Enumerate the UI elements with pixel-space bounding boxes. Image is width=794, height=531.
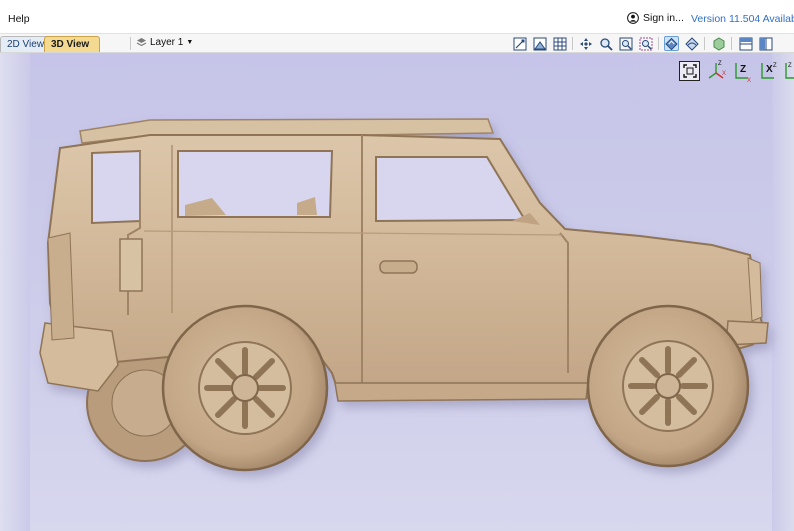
render-mode-button[interactable] [664, 36, 679, 51]
z-axis-icon: Z X [735, 63, 751, 84]
frame-icon [682, 64, 697, 78]
svg-text:Z: Z [788, 63, 792, 69]
svg-text:X: X [722, 71, 726, 77]
shade-vectors-icon [533, 37, 546, 50]
svg-text:Z: Z [740, 64, 746, 75]
vehicle-relief-model [39, 118, 769, 472]
toolbar-divider [658, 37, 659, 50]
zoom-fit-button[interactable] [618, 36, 633, 51]
toolbar-divider [572, 37, 573, 50]
tab-3d-view[interactable]: 3D View [44, 36, 100, 52]
menu-bar: Help Sign in... Version 11.504 Available… [0, 0, 794, 34]
draw-vectors-icon [513, 37, 526, 50]
toolbar-divider [731, 37, 732, 50]
sign-in-button[interactable]: Sign in... [627, 12, 684, 24]
svg-text:Z: Z [773, 63, 777, 69]
component-button[interactable] [711, 36, 726, 51]
menu-help[interactable]: Help [8, 13, 30, 25]
render-mode-icon [665, 37, 678, 50]
svg-text:Z: Z [718, 61, 722, 67]
pan-button[interactable] [578, 36, 593, 51]
split-horizontal-icon [739, 37, 752, 50]
view-toolbar: 2D View 3D View Layer 1 ▼ [0, 34, 794, 53]
svg-text:X: X [747, 78, 751, 83]
split-vertical-icon [759, 37, 772, 50]
split-horizontal-button[interactable] [738, 36, 753, 51]
iso-axes-icon: Z X [708, 61, 726, 79]
layers-icon [136, 38, 147, 47]
user-icon [627, 12, 639, 24]
grid-button[interactable] [552, 36, 567, 51]
front-view-button[interactable]: X Z [757, 59, 779, 83]
zoom-selection-button[interactable] [638, 36, 653, 51]
zoom-button[interactable] [598, 36, 613, 51]
toolbar-divider [704, 37, 705, 50]
iso-view-button[interactable]: Z X [705, 59, 727, 83]
side-axis-icon: Z [785, 63, 794, 79]
top-view-button[interactable]: Z X [731, 59, 753, 84]
material-button[interactable] [684, 36, 699, 51]
layer-dropdown[interactable]: Layer 1 ▼ [136, 37, 193, 48]
svg-text:X: X [766, 64, 773, 75]
zoom-selection-icon [639, 37, 652, 50]
move-icon [579, 37, 592, 50]
material-icon [684, 36, 699, 51]
split-vertical-button[interactable] [758, 36, 773, 51]
sign-in-label: Sign in... [643, 12, 684, 24]
side-view-button[interactable]: Z [781, 59, 794, 83]
x-axis-icon: X Z [761, 63, 777, 79]
zoom-icon [599, 37, 613, 51]
toolbar-divider [130, 37, 131, 50]
component-icon [713, 36, 724, 51]
draw-vectors-button[interactable] [512, 36, 527, 51]
shade-vectors-button[interactable] [532, 36, 547, 51]
app-window: Help Sign in... Version 11.504 Available… [0, 0, 794, 531]
zoom-fit-icon [619, 37, 632, 50]
version-update-link[interactable]: Version 11.504 Available! [691, 13, 794, 25]
3d-viewport[interactable]: Z X Z X X Z Z [0, 53, 794, 531]
layer-label: Layer 1 [150, 37, 184, 48]
chevron-down-icon: ▼ [186, 39, 194, 46]
grid-icon [553, 37, 566, 50]
fit-view-button[interactable] [679, 61, 700, 81]
